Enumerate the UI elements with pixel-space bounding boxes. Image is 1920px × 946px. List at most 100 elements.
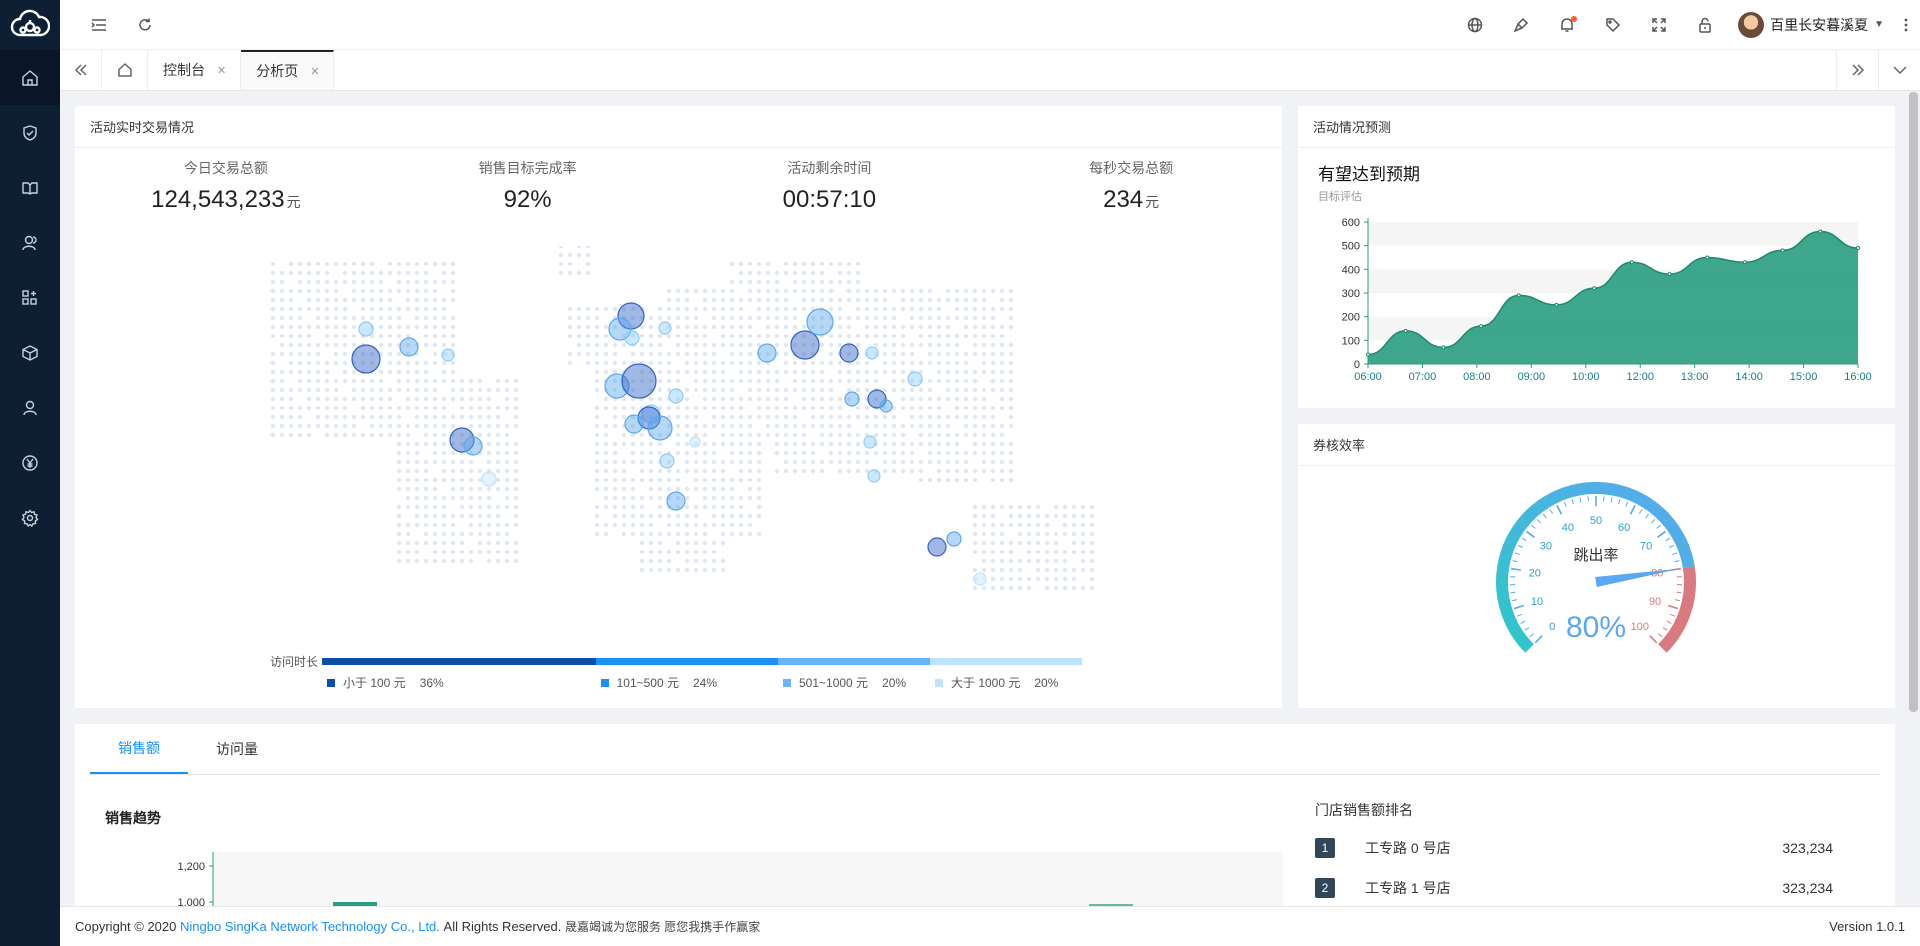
gauge-title: 跳出率 [1573,546,1618,564]
stat-per-second: 每秒交易总额 234 元 [980,158,1282,214]
gauge-tick-label: 100 [1631,621,1649,633]
y-tick-label: 300 [1342,288,1360,300]
nav-user-icon[interactable] [0,380,60,435]
map-bubble [790,330,820,360]
user-menu[interactable]: 百里长安暮溪夏 ▼ [1728,11,1892,38]
tab-dashboard[interactable]: 控制台 ✕ [148,50,242,90]
grid-band [1368,222,1858,246]
close-icon[interactable]: ✕ [310,65,319,78]
lock-icon[interactable] [1682,0,1728,50]
tag-icon[interactable] [1590,0,1636,50]
caret-down-icon[interactable]: ▼ [1874,19,1884,30]
nav-yen-icon[interactable] [0,435,60,490]
store-name: 工专路 0 号店 [1365,840,1451,856]
x-tick-label: 14:00 [1735,371,1763,383]
company-link[interactable]: Ningbo SingKa Network Technology Co., Lt… [180,919,440,934]
tabs-scroll-right-icon[interactable] [1836,50,1878,90]
map-bubble [668,388,684,404]
x-tick-label: 10:00 [1572,371,1600,383]
legend-swatch [935,678,943,687]
home-tab-icon[interactable] [102,50,148,90]
page-scrollbar[interactable] [1909,92,1918,712]
gauge-tick [1618,499,1621,505]
x-tick-label: 12:00 [1626,371,1654,383]
card-title: 活动情况预测 [1298,106,1895,148]
nav-users-icon[interactable] [0,215,60,270]
map-bubble [666,491,686,511]
gauge-tick [1529,633,1534,638]
legend-item: 小于 100 元 36% [327,674,601,691]
data-point [1554,302,1559,307]
gauge-tick-label: 20 [1529,567,1541,579]
realtime-card: 活动实时交易情况 今日交易总额 124,543,233 元 销售目标完成率 92%… [75,106,1282,708]
cloud-logo-icon[interactable] [0,0,60,50]
store-value: 323,234 [1782,880,1833,896]
bounce-rate-gauge: 0102030405060708090100跳出率80% [1496,482,1696,653]
map-bubble [463,436,483,456]
tab-analysis[interactable]: 分析页 ✕ [241,50,335,90]
refresh-icon[interactable] [122,0,168,50]
stat-label: 活动剩余时间 [787,160,872,176]
ranking-row: 1 工专路 0 号店 323,234 [1315,838,1840,858]
bell-icon[interactable] [1544,0,1590,50]
forecast-area-chart: 0 100 200 300 400 500 600 06:00 07:00 08:00 09:00 1… [1342,217,1872,383]
tabs-scroll-left-icon[interactable] [60,50,102,90]
y-tick-label: 0 [1354,359,1360,371]
tab-visits[interactable]: 访问量 [188,724,286,774]
legend-bar [322,658,1082,665]
data-point [1441,345,1446,350]
map-bubble [481,471,497,487]
gauge-tick [1510,591,1516,594]
sales-tabs: 销售额 访问量 [90,724,1880,775]
gauge-tick [1676,591,1682,594]
tab-sales[interactable]: 销售额 [90,724,188,774]
data-point [1667,272,1672,277]
stat-label: 销售目标完成率 [478,160,577,176]
gauge-tick [1531,524,1536,529]
stat-label: 每秒交易总额 [1089,160,1174,176]
nav-apps-icon[interactable] [0,270,60,325]
gauge-tick-label: 60 [1618,522,1630,534]
close-icon[interactable]: ✕ [217,64,226,77]
legend-percent: 20% [882,675,907,690]
map-dots [270,246,1095,591]
tabs-menu-chevron-down-icon[interactable] [1878,50,1920,90]
legend-items: 小于 100 元 36% 101~500 元 24% 501~1000 元 20% 大于 1… [327,674,1087,691]
gauge-tick [1579,497,1582,503]
nav-cube-icon[interactable] [0,325,60,380]
y-tick-label: 600 [1342,217,1360,229]
menu-fold-icon[interactable] [76,0,122,50]
world-map [270,246,1095,591]
legend-item: 501~1000 元 20% [783,674,935,691]
gauge-tick [1670,613,1676,617]
forecast-card: 活动情况预测 有望达到预期 目标评估 0 100 200 300 400 500 600 06… [1298,106,1895,408]
brush-icon[interactable] [1498,0,1544,50]
slogan-text: 晟嘉竭诚为您服务 愿您我携手作赢家 [564,920,761,934]
map-bubble [399,337,419,357]
map-bubble [358,321,374,337]
user-name[interactable]: 百里长安暮溪夏 [1770,15,1868,35]
tab-label: 分析页 [256,63,299,79]
avatar[interactable] [1738,11,1765,38]
y-tick-label: 400 [1342,264,1360,276]
more-vertical-icon[interactable] [1892,0,1920,50]
store-name: 工专路 1 号店 [1365,880,1451,896]
gauge-tick [1629,505,1636,515]
gauge-tick-label: 30 [1540,541,1552,553]
gauge-tick-label: 90 [1649,596,1661,608]
globe-icon[interactable] [1452,0,1498,50]
legend-percent: 20% [1034,675,1059,690]
tab-bar: 控制台 ✕ 分析页 ✕ [60,50,1920,91]
fullscreen-icon[interactable] [1636,0,1682,50]
stat-today-total: 今日交易总额 124,543,233 元 [75,158,377,214]
data-point [1742,260,1747,265]
nav-book-icon[interactable] [0,160,60,215]
map-bubble [441,348,455,362]
map-bubble [806,308,834,336]
nav-settings-icon[interactable] [0,490,60,545]
nav-home-icon[interactable] [0,50,60,105]
legend-label: 大于 1000 元 [951,676,1021,690]
gauge-tick [1638,509,1643,514]
nav-shield-icon[interactable] [0,105,60,160]
data-point [1479,324,1484,329]
